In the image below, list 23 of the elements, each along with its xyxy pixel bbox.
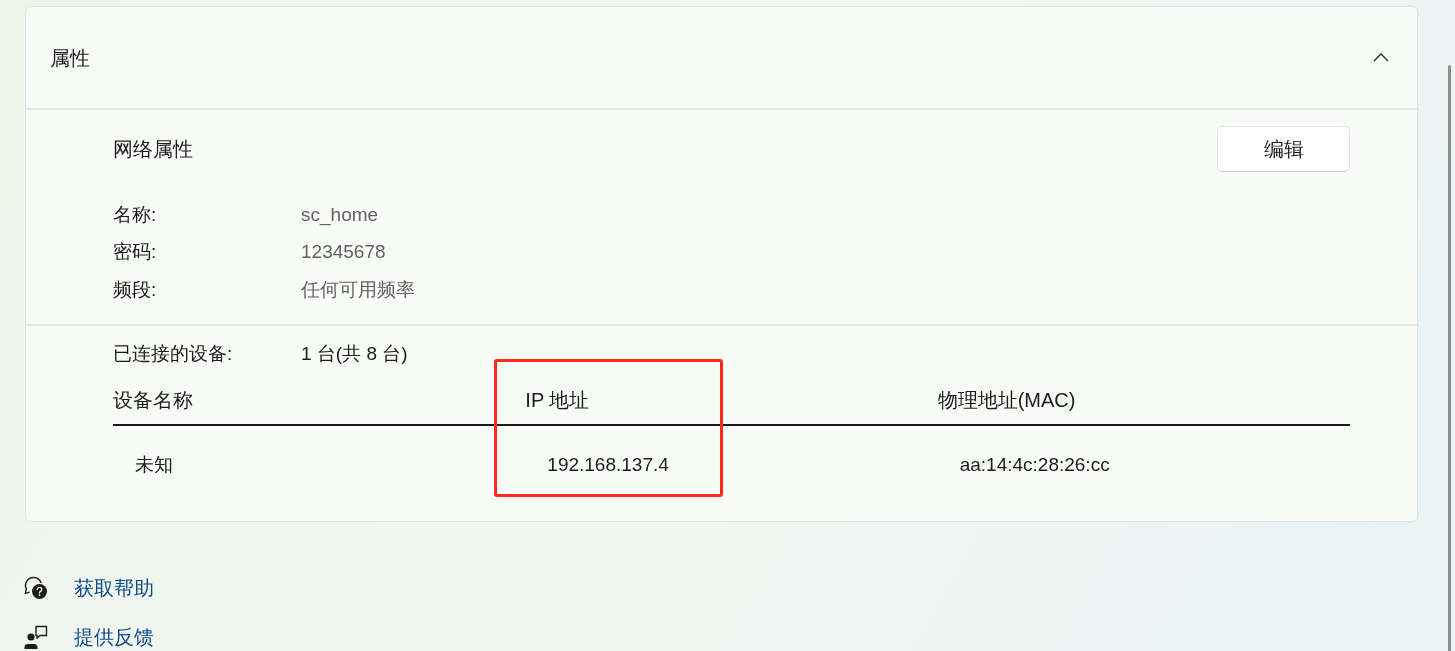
field-label: 名称: xyxy=(113,202,157,227)
field-value: 1 台(共 8 台) xyxy=(301,341,408,366)
table-cell-text: 192.168.137.4 xyxy=(547,452,669,477)
help-icon xyxy=(24,575,48,600)
table-cell-text: 未知 xyxy=(135,452,173,477)
chevron-up-icon[interactable] xyxy=(1373,53,1389,62)
field-value: 12345678 xyxy=(301,240,386,265)
column-header: 设备名称 xyxy=(113,387,193,413)
section-title: 属性 xyxy=(50,45,90,71)
column-header: IP 地址 xyxy=(525,387,590,413)
person-bubble-icon xyxy=(24,624,48,649)
subsection-title: 网络属性 xyxy=(113,137,193,162)
field-value: 任何可用频率 xyxy=(301,277,415,302)
feedback-link[interactable]: 提供反馈 xyxy=(74,624,154,649)
edit-button[interactable]: 编辑 xyxy=(1217,126,1350,172)
field-label: 频段: xyxy=(113,277,157,302)
scrollbar-thumb[interactable] xyxy=(1448,65,1451,651)
field-value: sc_home xyxy=(301,202,379,228)
table-cell-text: aa:14:4c:28:26:cc xyxy=(959,452,1110,477)
field-label: 密码: xyxy=(113,240,157,265)
field-label: 已连接的设备: xyxy=(113,341,233,366)
help-link[interactable]: 获取帮助 xyxy=(74,575,154,600)
column-header: 物理地址(MAC) xyxy=(937,387,1076,413)
